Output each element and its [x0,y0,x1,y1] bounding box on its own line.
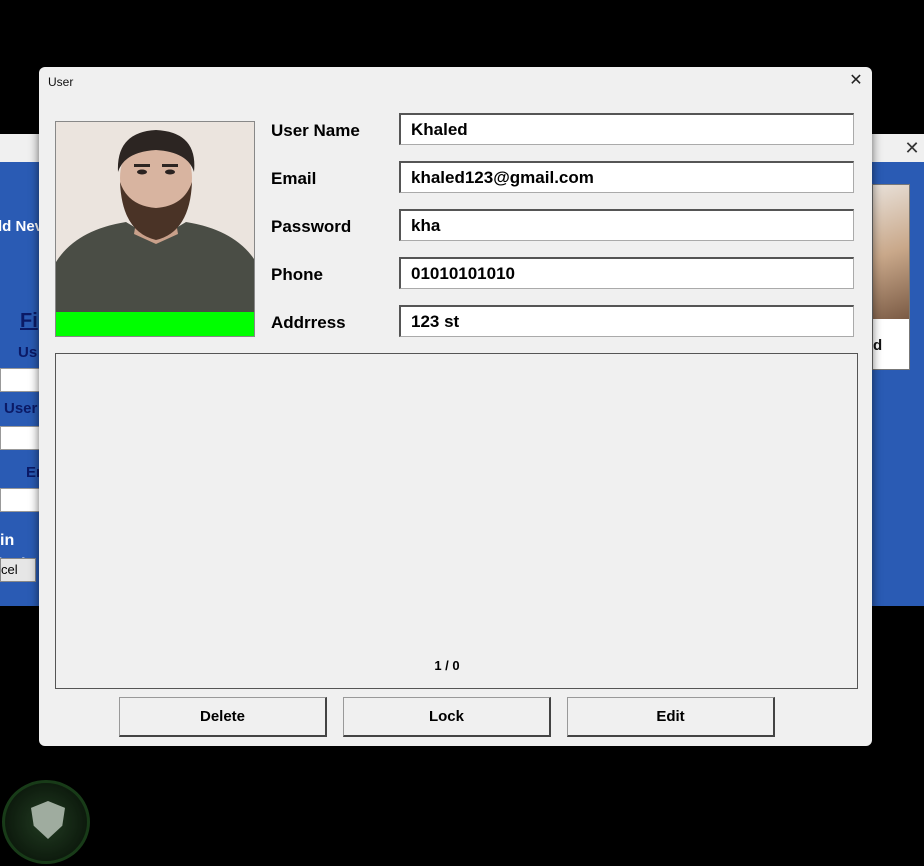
delete-button[interactable]: Delete [119,697,327,737]
email-input[interactable] [399,161,854,193]
password-input[interactable] [399,209,854,241]
background-input[interactable] [0,426,40,450]
phone-label: Phone [271,265,323,284]
user-name-input[interactable] [399,113,854,145]
page-counter: 1 / 0 [434,658,460,673]
edit-button[interactable]: Edit [567,697,775,737]
background-text-fragment: ld Nev [0,218,40,235]
background-left-panel: ld Nev Fi Us User Er in ked [0,162,40,606]
background-text-fragment: d [873,337,883,354]
lock-button[interactable]: Lock [343,697,551,737]
profile-photo-frame[interactable] [55,121,255,337]
background-user-card[interactable]: d [872,184,910,370]
close-icon[interactable]: ✕ [846,71,866,91]
background-text-fragment: Er [26,464,40,481]
background-text-fragment: Us [18,344,38,361]
background-input[interactable] [0,488,40,512]
background-cancel-button[interactable]: cel [0,558,36,582]
background-user-photo [873,185,909,319]
watermark-logo [2,780,90,864]
background-text-fragment: User [4,400,38,417]
address-input[interactable] [399,305,854,337]
address-label: Addrress [271,313,346,332]
background-input[interactable] [0,368,40,392]
email-label: Email [271,169,317,188]
profile-photo [56,122,254,314]
user-name-label: User Name [271,121,360,140]
background-text-fragment: Fi [20,310,38,332]
background-text-fragment: in [0,532,15,549]
shield-logo-icon [31,801,65,839]
background-close-icon[interactable]: ✕ [900,134,924,162]
phone-input[interactable] [399,257,854,289]
dialog-title: User [48,75,74,89]
status-indicator [56,312,254,336]
user-list-panel[interactable]: 1 / 0 [55,353,858,689]
user-dialog: User ✕ User Name Email Password Phon [39,67,872,746]
password-label: Password [271,217,352,236]
